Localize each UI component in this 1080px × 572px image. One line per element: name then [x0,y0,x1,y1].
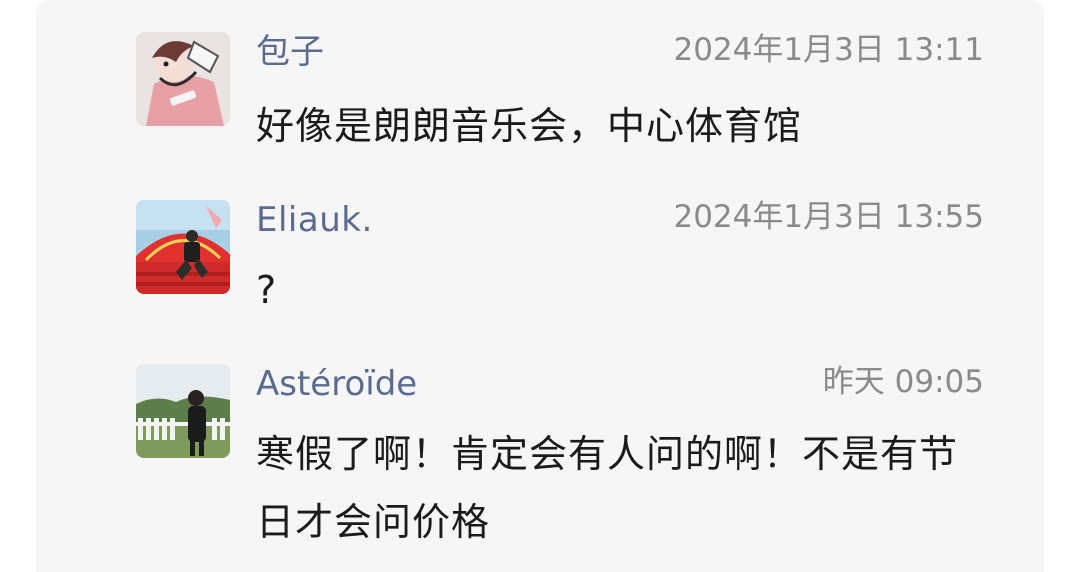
comment-timestamp: 昨天 09:05 [822,364,984,400]
comment-author[interactable]: Eliauk. [256,200,373,240]
comment-panel: 包子 2024年1月3日 13:11 好像是朗朗音乐会，中心体育馆 Eliauk… [36,0,1044,572]
comment-timestamp: 2024年1月3日 13:11 [673,32,984,68]
comment-timestamp: 2024年1月3日 13:55 [673,199,984,235]
comment-author[interactable]: Astéroïde [256,364,417,404]
woman-by-fence-avatar[interactable] [136,364,230,458]
person-sitting-red-stage-avatar[interactable] [136,200,230,294]
cartoon-person-avatar[interactable] [136,32,230,126]
comment-text: 好像是朗朗音乐会，中心体育馆 [256,104,803,148]
comment-author[interactable]: 包子 [256,32,324,72]
comment-text: 寒假了啊！肯定会有人问的啊！不是有节日才会问价格 [256,432,959,544]
comment-text: ? [256,268,278,312]
